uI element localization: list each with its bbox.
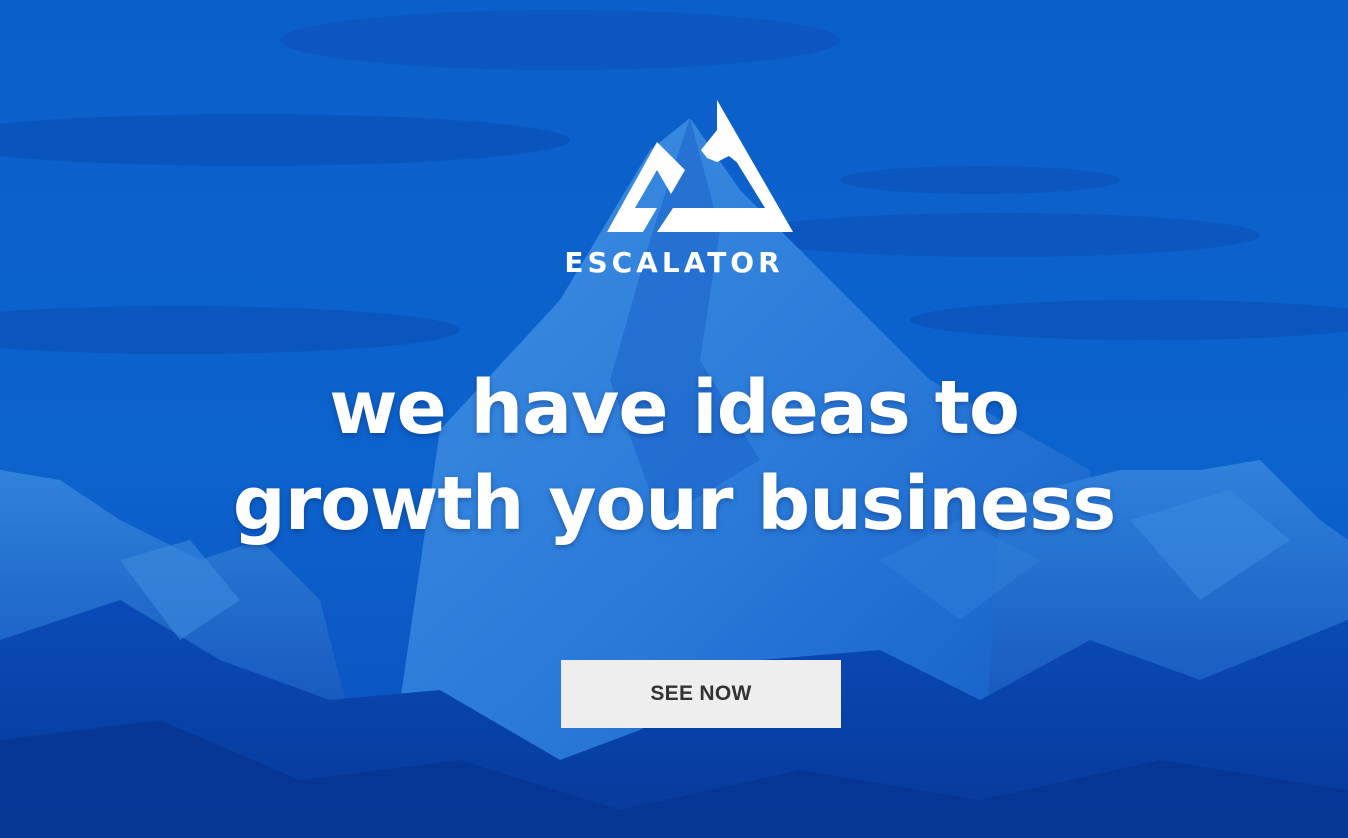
brand-name: ESCALATOR bbox=[564, 246, 784, 279]
headline-line-1: we have ideas to bbox=[329, 365, 1020, 451]
hero-headline: we have ideas to growth your business bbox=[0, 360, 1348, 552]
hero-section: ESCALATOR we have ideas to growth your b… bbox=[0, 0, 1348, 838]
headline-line-2: growth your business bbox=[232, 461, 1117, 547]
mountain-logo-icon bbox=[607, 100, 793, 232]
see-now-button[interactable]: SEE NOW bbox=[561, 660, 841, 728]
hero-content: ESCALATOR we have ideas to growth your b… bbox=[0, 0, 1348, 838]
